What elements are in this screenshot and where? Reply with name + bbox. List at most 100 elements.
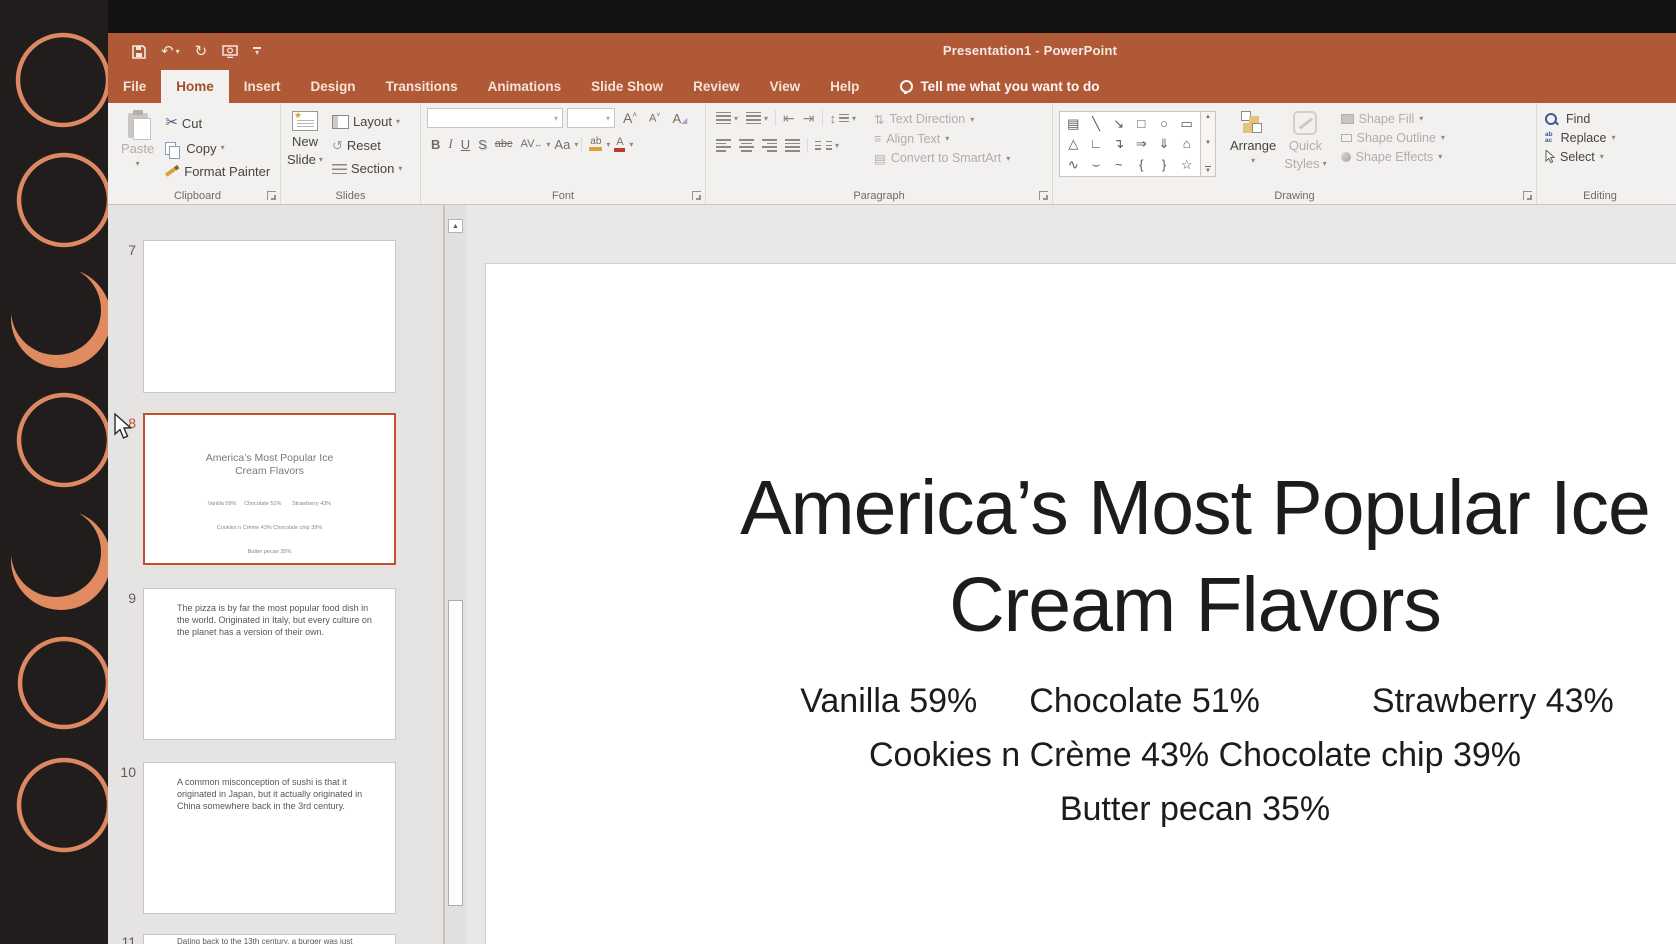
tab-view[interactable]: View: [755, 70, 816, 103]
shape-right-arrow[interactable]: ⇒: [1136, 137, 1147, 150]
select-button[interactable]: Select ▾: [1543, 147, 1659, 166]
change-case-button[interactable]: Aa: [550, 136, 574, 153]
thumbnail-scroll-up-button[interactable]: ▲: [448, 219, 463, 233]
slide-body-placeholder[interactable]: Vanilla 59% Chocolate 51% Strawberry 43%…: [486, 674, 1676, 836]
shrink-font-button[interactable]: A˅: [645, 111, 664, 126]
find-button[interactable]: Find: [1543, 109, 1659, 128]
new-slide-button[interactable]: ★ New Slide ▾: [287, 108, 323, 181]
shape-outline-button[interactable]: Shape Outline ▾: [1339, 128, 1447, 147]
tab-animations[interactable]: Animations: [473, 70, 577, 103]
shape-line[interactable]: ╲: [1092, 117, 1100, 130]
tab-design[interactable]: Design: [296, 70, 371, 103]
increase-indent-button[interactable]: ⇥: [799, 108, 819, 128]
grow-font-button[interactable]: A˄: [619, 109, 641, 127]
decrease-indent-button[interactable]: ⇤: [779, 108, 799, 128]
format-painter-button[interactable]: Format Painter: [162, 160, 273, 184]
shape-scribble[interactable]: ∿: [1068, 158, 1079, 171]
tab-file[interactable]: File: [108, 70, 161, 103]
tab-insert[interactable]: Insert: [229, 70, 296, 103]
copy-dropdown-icon[interactable]: ▾: [221, 142, 225, 154]
strikethrough-button[interactable]: abc: [491, 137, 517, 151]
shape-gallery-scroll-down[interactable]: ▼: [1205, 140, 1211, 146]
thumbnail-scrollbar-thumb[interactable]: [448, 600, 463, 906]
reset-button[interactable]: ↺ Reset: [329, 134, 405, 158]
shape-elbow-connector[interactable]: ∟: [1090, 137, 1103, 150]
font-color-dropdown-icon[interactable]: ▾: [629, 140, 633, 149]
font-size-dropdown-icon[interactable]: ▾: [606, 114, 610, 123]
shape-arc[interactable]: ⌣: [1092, 158, 1101, 171]
columns-dropdown-icon[interactable]: ▾: [835, 141, 839, 150]
arrange-button[interactable]: Arrange ▾: [1230, 108, 1276, 165]
layout-button[interactable]: Layout ▾: [329, 110, 405, 134]
shape-line-arrow[interactable]: ↘: [1113, 117, 1124, 130]
paste-dropdown-icon[interactable]: ▾: [136, 159, 140, 168]
numbering-dropdown-icon[interactable]: ▾: [764, 114, 768, 123]
bullets-button[interactable]: ▾: [712, 109, 742, 128]
undo-dropdown-icon[interactable]: ▾: [176, 48, 180, 56]
change-case-dropdown-icon[interactable]: ▾: [574, 140, 578, 149]
align-text-button[interactable]: ≡ Align Text ▾: [872, 129, 1012, 148]
shape-down-arrow[interactable]: ⇓: [1159, 137, 1170, 150]
quick-styles-button[interactable]: Quick Styles ▾: [1284, 108, 1326, 171]
shape-elbow-arrow-connector[interactable]: ↴: [1113, 137, 1124, 150]
shape-curve[interactable]: ~: [1115, 158, 1123, 171]
new-slide-dropdown-icon[interactable]: ▾: [319, 155, 323, 164]
text-shadow-button[interactable]: S: [474, 136, 491, 153]
align-center-button[interactable]: [735, 136, 758, 155]
customize-qat-button[interactable]: ▾: [253, 47, 261, 57]
bold-button[interactable]: B: [427, 136, 444, 153]
slide-title-placeholder[interactable]: America’s Most Popular Ice Cream Flavors: [486, 460, 1676, 654]
align-left-button[interactable]: [712, 136, 735, 155]
slide-thumbnail-9[interactable]: The pizza is by far the most popular foo…: [143, 588, 396, 740]
section-dropdown-icon[interactable]: ▾: [398, 163, 402, 175]
text-direction-button[interactable]: ⇅ Text Direction ▾: [872, 109, 1012, 129]
redo-button[interactable]: ↻: [195, 44, 208, 59]
font-size-combobox[interactable]: ▾: [567, 108, 615, 128]
line-spacing-dropdown-icon[interactable]: ▾: [852, 114, 856, 123]
character-spacing-button[interactable]: AV↔: [517, 137, 547, 151]
replace-dropdown-icon[interactable]: ▾: [1611, 133, 1615, 142]
section-button[interactable]: Section ▾: [329, 157, 405, 181]
slide-thumbnail-10[interactable]: A common misconception of sushi is that …: [143, 762, 396, 914]
slide-canvas[interactable]: America’s Most Popular Ice Cream Flavors…: [485, 263, 1676, 944]
shape-rounded-rectangle[interactable]: ▭: [1181, 117, 1193, 130]
shape-gallery-more-button[interactable]: ▼: [1205, 166, 1211, 174]
slide-thumbnail-11[interactable]: Dating back to the 13th century, a burge…: [143, 934, 396, 944]
highlight-color-button[interactable]: ab: [585, 136, 606, 152]
shape-fill-button[interactable]: Shape Fill ▾: [1339, 109, 1447, 128]
copy-button[interactable]: Copy ▾: [162, 137, 273, 161]
arrange-dropdown-icon[interactable]: ▾: [1251, 156, 1255, 165]
slide-thumbnail-7[interactable]: [143, 240, 396, 393]
undo-button[interactable]: ↶ ▾: [161, 44, 180, 59]
font-dialog-launcher[interactable]: [692, 191, 701, 200]
shape-rectangle[interactable]: □: [1137, 117, 1145, 130]
font-name-combobox[interactable]: ▾: [427, 108, 563, 128]
clipboard-dialog-launcher[interactable]: [267, 191, 276, 200]
tab-slide-show[interactable]: Slide Show: [576, 70, 678, 103]
layout-dropdown-icon[interactable]: ▾: [396, 116, 400, 128]
columns-button[interactable]: ▾: [811, 138, 843, 153]
bullets-dropdown-icon[interactable]: ▾: [734, 114, 738, 123]
justify-button[interactable]: [781, 136, 804, 155]
tell-me-box[interactable]: Tell me what you want to do: [900, 70, 1099, 103]
paragraph-dialog-launcher[interactable]: [1039, 191, 1048, 200]
slide-thumbnail-8[interactable]: America’s Most Popular Ice Cream Flavors…: [143, 413, 396, 565]
shape-gallery-scroll-up[interactable]: ▲: [1205, 114, 1211, 120]
tab-help[interactable]: Help: [815, 70, 874, 103]
shape-freeform[interactable]: ⌂: [1183, 137, 1191, 150]
shape-oval[interactable]: ○: [1160, 117, 1168, 130]
tab-transitions[interactable]: Transitions: [371, 70, 473, 103]
select-dropdown-icon[interactable]: ▾: [1600, 152, 1604, 161]
shape-star[interactable]: ☆: [1181, 158, 1193, 171]
convert-to-smartart-button[interactable]: ▤ Convert to SmartArt ▾: [872, 148, 1012, 168]
italic-button[interactable]: I: [444, 135, 456, 153]
font-color-button[interactable]: A: [610, 136, 629, 153]
underline-button[interactable]: U: [457, 136, 474, 153]
shape-text-box[interactable]: ▤: [1067, 117, 1079, 130]
paste-button[interactable]: Paste ▾: [121, 108, 154, 184]
tab-home[interactable]: Home: [161, 70, 229, 103]
shape-triangle[interactable]: △: [1068, 137, 1078, 150]
align-right-button[interactable]: [758, 136, 781, 155]
clear-formatting-button[interactable]: A◢: [668, 110, 691, 127]
font-name-dropdown-icon[interactable]: ▾: [554, 114, 558, 123]
